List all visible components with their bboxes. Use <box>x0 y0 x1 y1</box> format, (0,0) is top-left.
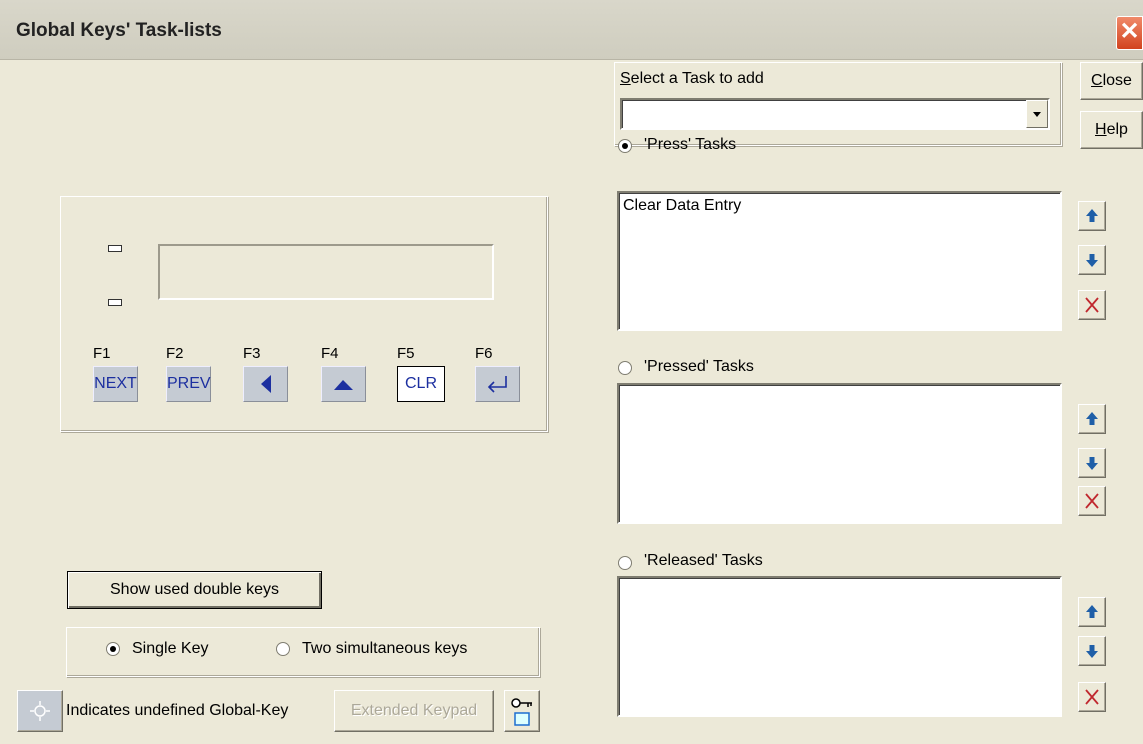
released-tasks-list[interactable] <box>617 576 1062 717</box>
help-rest: elp <box>1106 121 1128 138</box>
dropdown-button[interactable] <box>1026 100 1048 128</box>
f3-label: F3 <box>243 345 261 362</box>
pressed-tasks-radio[interactable] <box>618 361 632 375</box>
close-window-icon[interactable]: ✕ <box>1116 16 1143 50</box>
task-select-dropdown[interactable] <box>620 98 1050 130</box>
title-bar: Global Keys' Task-lists ✕ <box>0 0 1143 60</box>
press-tasks-radio[interactable] <box>618 139 632 153</box>
key-f4[interactable] <box>321 366 366 402</box>
press-tasks-label: 'Press' Tasks <box>644 136 737 153</box>
released-move-up-button[interactable] <box>1078 597 1106 627</box>
pressed-tasks-label: 'Pressed' Tasks <box>644 358 754 375</box>
arrow-down-icon <box>1086 457 1098 470</box>
press-move-down-button[interactable] <box>1078 245 1106 275</box>
press-delete-button[interactable] <box>1078 290 1106 320</box>
key-f6[interactable] <box>475 366 520 402</box>
delete-icon <box>1085 689 1099 705</box>
key-icon <box>511 698 532 726</box>
two-keys-label: Two simultaneous keys <box>302 640 468 657</box>
close-button[interactable]: Close <box>1080 62 1143 100</box>
help-button[interactable]: Help <box>1080 111 1143 149</box>
left-arrow-icon <box>261 375 271 393</box>
released-delete-button[interactable] <box>1078 682 1106 712</box>
f6-label: F6 <box>475 345 493 362</box>
help-accel: H <box>1095 121 1107 138</box>
select-task-label: Select a Task to add <box>620 70 764 88</box>
enter-arrow-icon <box>487 376 507 393</box>
close-rest: lose <box>1102 72 1132 89</box>
delete-icon <box>1085 493 1099 509</box>
released-move-down-button[interactable] <box>1078 636 1106 666</box>
key-config-button[interactable] <box>504 690 540 732</box>
keypad-display <box>158 244 494 300</box>
released-tasks-label: 'Released' Tasks <box>644 552 763 569</box>
undefined-key-sample <box>17 690 63 732</box>
two-keys-radio[interactable] <box>276 642 290 656</box>
pressed-move-up-button[interactable] <box>1078 404 1106 434</box>
f2-label: F2 <box>166 345 184 362</box>
key-f3[interactable] <box>243 366 288 402</box>
f1-label: F1 <box>93 345 111 362</box>
delete-icon <box>1085 297 1099 313</box>
arrow-down-icon <box>1086 645 1098 658</box>
key-next[interactable]: NEXT <box>93 366 138 402</box>
extended-keypad-button[interactable]: Extended Keypad <box>334 690 494 732</box>
select-task-accel: S <box>620 70 631 87</box>
pressed-move-down-button[interactable] <box>1078 448 1106 478</box>
arrow-up-icon <box>1086 605 1098 618</box>
key-clr[interactable]: CLR <box>397 366 445 402</box>
released-tasks-radio[interactable] <box>618 556 632 570</box>
crosshair-icon <box>30 701 50 721</box>
led-indicator-top <box>108 245 122 252</box>
key-prev[interactable]: PREV <box>166 366 211 402</box>
f4-label: F4 <box>321 345 339 362</box>
arrow-up-icon <box>1086 412 1098 425</box>
arrow-up-icon <box>1086 209 1098 222</box>
press-move-up-button[interactable] <box>1078 201 1106 231</box>
f5-label: F5 <box>397 345 415 362</box>
legend-text: Indicates undefined Global-Key <box>66 702 289 719</box>
chevron-down-icon <box>1033 112 1041 117</box>
close-accel: C <box>1091 72 1103 89</box>
list-item[interactable]: Clear Data Entry <box>623 197 1056 215</box>
select-task-label-text: elect a Task to add <box>630 70 764 87</box>
single-key-radio[interactable] <box>106 642 120 656</box>
window-title: Global Keys' Task-lists <box>16 20 222 41</box>
pressed-tasks-list[interactable] <box>617 383 1062 524</box>
single-key-label: Single Key <box>132 640 209 657</box>
led-indicator-bottom <box>108 299 122 306</box>
arrow-down-icon <box>1086 254 1098 267</box>
up-arrow-icon <box>334 380 353 390</box>
press-tasks-list[interactable]: Clear Data Entry <box>617 191 1062 331</box>
show-double-keys-button[interactable]: Show used double keys <box>67 571 322 609</box>
pressed-delete-button[interactable] <box>1078 486 1106 516</box>
